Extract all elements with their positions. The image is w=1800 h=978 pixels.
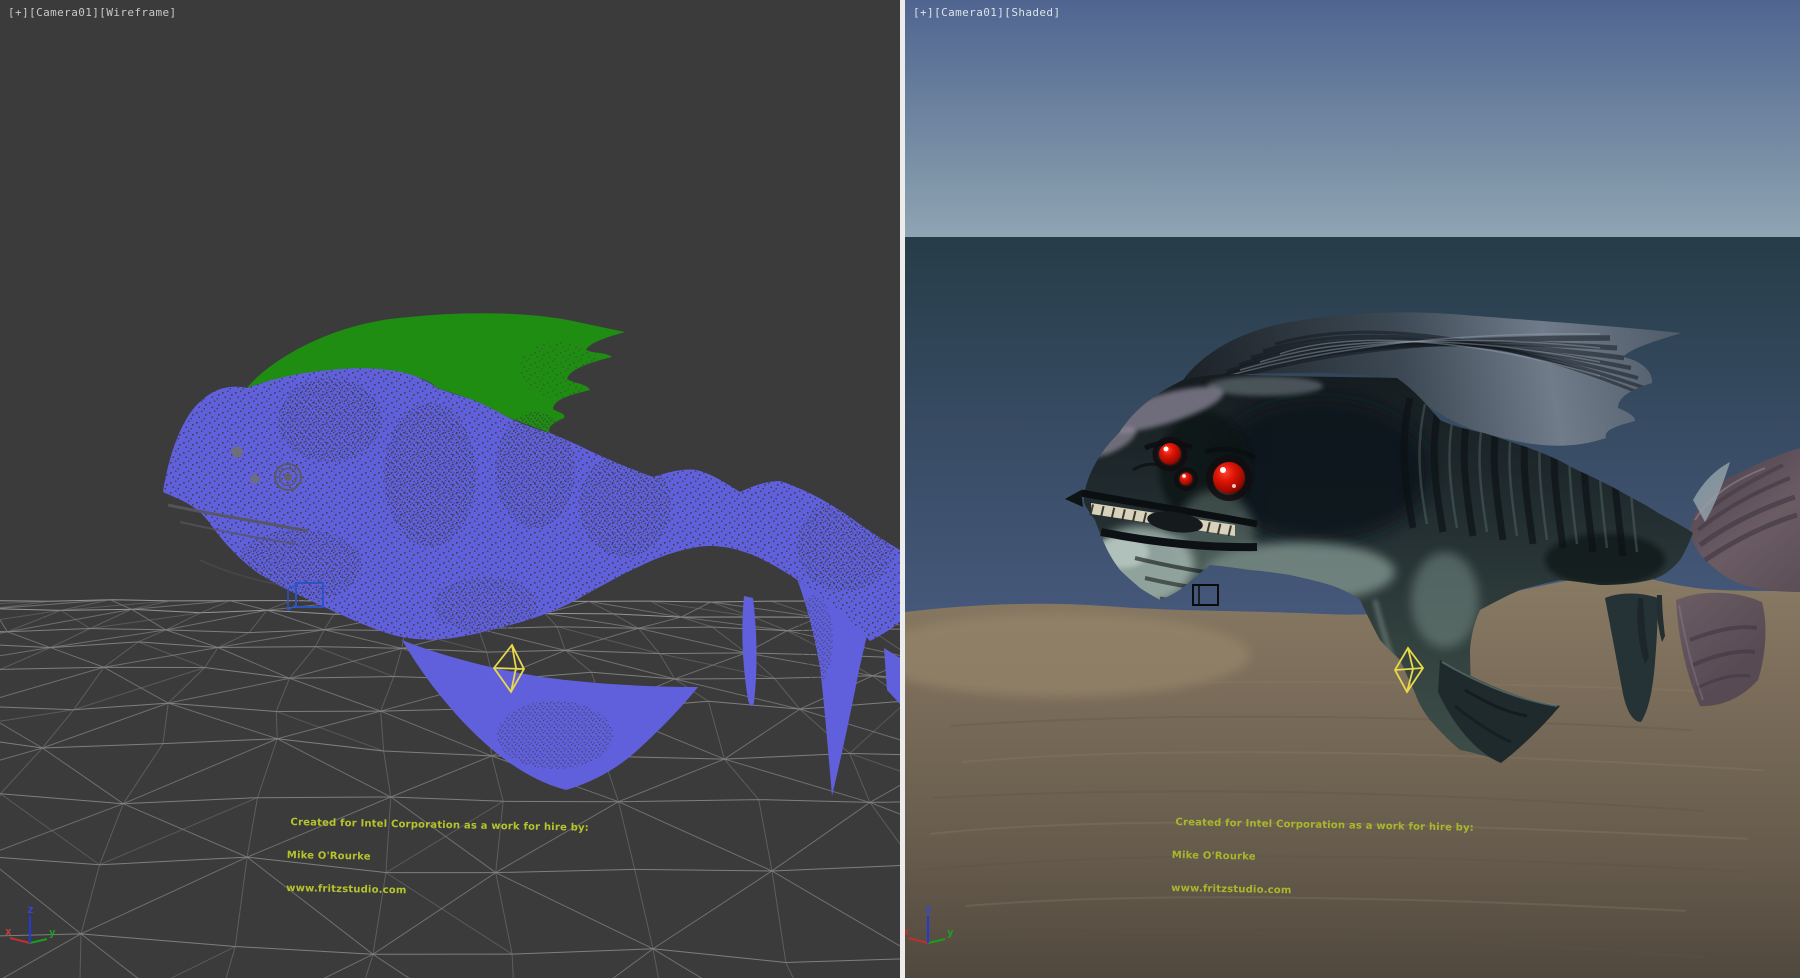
axis-z-label: z xyxy=(27,903,34,916)
sky xyxy=(905,0,1800,238)
viewport-label-wireframe[interactable]: [+][Camera01][Wireframe] xyxy=(8,7,177,19)
axis-tripod: x y z xyxy=(5,903,56,943)
axis-y-label: y xyxy=(49,926,56,939)
viewport-label-shaded[interactable]: [+][Camera01][Shaded] xyxy=(913,7,1060,19)
attribution-line: Mike O'Rourke xyxy=(1172,850,1474,867)
axis-x-label: x xyxy=(5,925,12,938)
attribution-line: www.fritzstudio.com xyxy=(1171,883,1473,900)
eye-red xyxy=(1213,462,1245,494)
attribution-line: Mike O'Rourke xyxy=(287,850,589,867)
fish-model-wireframe[interactable] xyxy=(163,313,900,796)
eye-specular xyxy=(1220,467,1226,473)
axis-x-label: x xyxy=(905,925,910,938)
axis-z-label: z xyxy=(925,903,932,916)
attribution-line: Created for Intel Corporation as a work … xyxy=(1175,817,1474,834)
eye-specular xyxy=(1232,484,1236,488)
3d-app-viewport-area: x y z [+][Camera01][Wireframe] Created f… xyxy=(0,0,1800,978)
eye-red xyxy=(1159,443,1181,465)
viewport-shaded[interactable]: x y z [+][Camera01][Shaded] Created for … xyxy=(905,0,1800,978)
fin-streamer[interactable] xyxy=(742,596,756,706)
axis-y-label: y xyxy=(947,926,954,939)
attribution-line: Created for Intel Corporation as a work … xyxy=(290,817,589,834)
tail-fin-edge[interactable] xyxy=(884,648,900,704)
eye-dot xyxy=(251,475,260,484)
eye-specular xyxy=(1182,474,1186,478)
eye-specular xyxy=(1164,447,1169,452)
viewport-wireframe[interactable]: x y z [+][Camera01][Wireframe] Created f… xyxy=(0,0,900,978)
attribution-text: Created for Intel Corporation as a work … xyxy=(286,795,590,922)
attribution-line: www.fritzstudio.com xyxy=(286,883,588,900)
eye-dot xyxy=(232,447,243,458)
eye-red xyxy=(1180,473,1193,486)
attribution-text: Created for Intel Corporation as a work … xyxy=(1171,795,1475,922)
